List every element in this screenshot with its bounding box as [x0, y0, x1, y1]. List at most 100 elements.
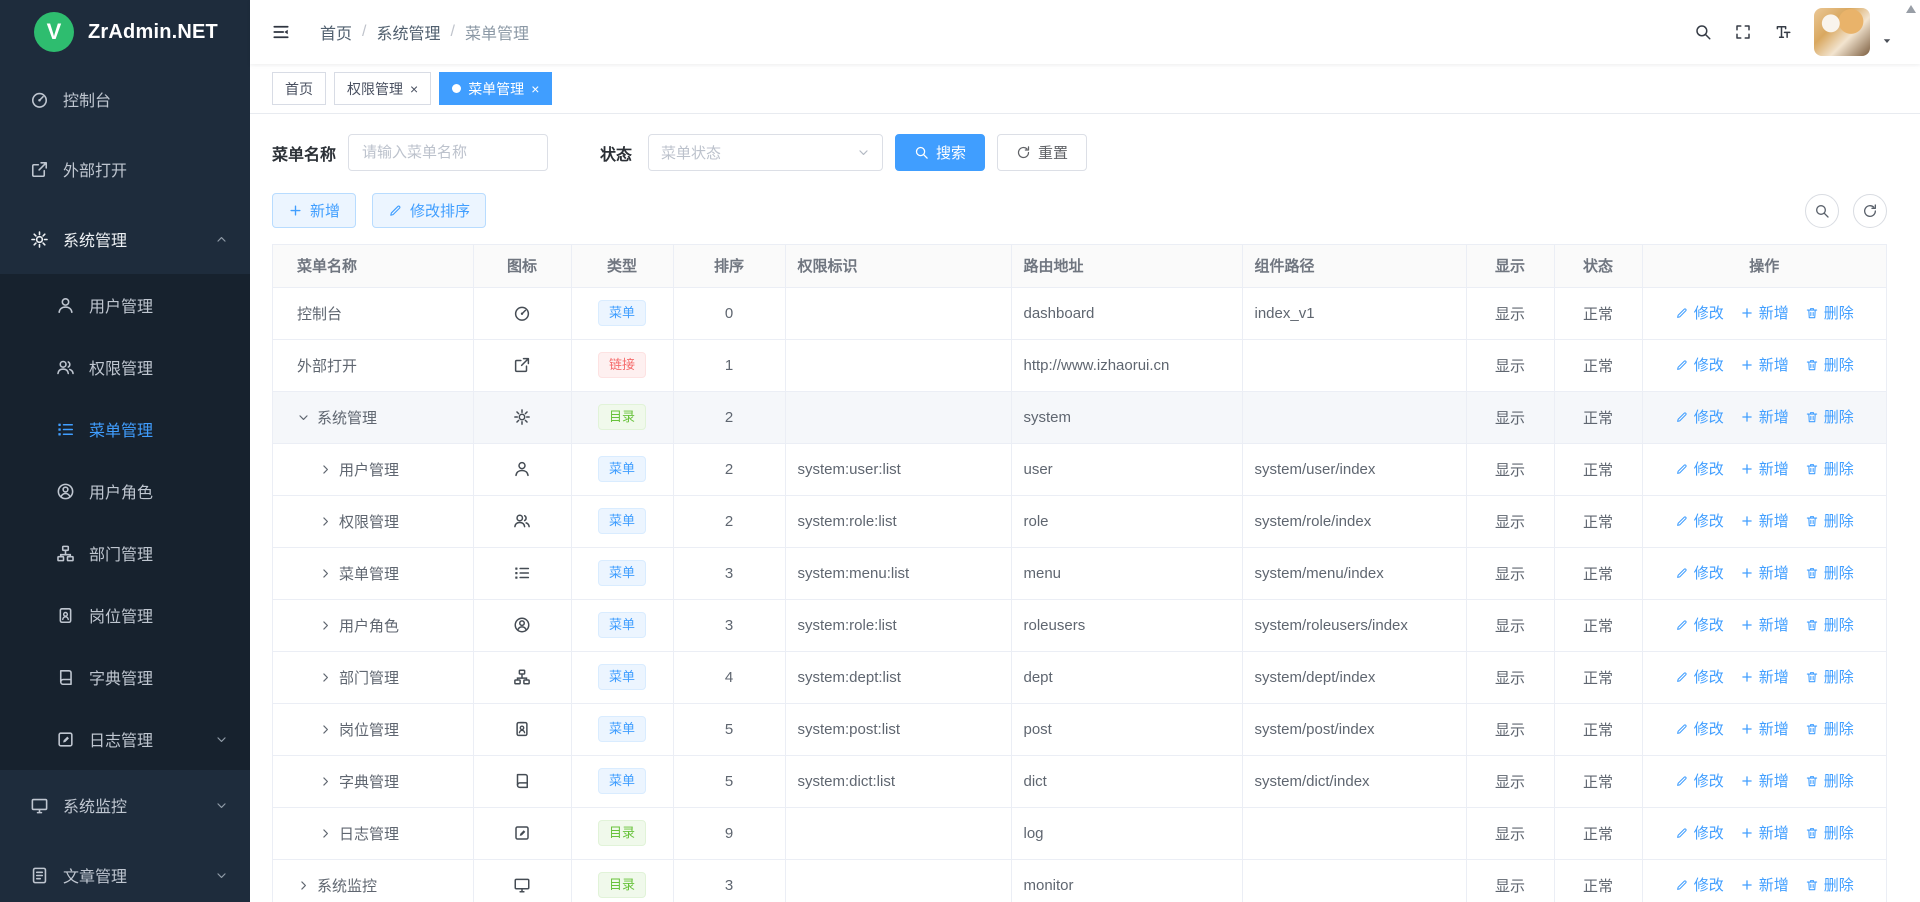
font-size-icon[interactable]	[1774, 23, 1792, 41]
fullscreen-icon[interactable]	[1734, 23, 1752, 41]
row-add-button[interactable]: 新增	[1740, 302, 1789, 323]
cell-type: 菜单	[571, 443, 673, 495]
edit-icon	[1675, 358, 1689, 372]
row-edit-button[interactable]: 修改	[1675, 510, 1724, 531]
cell-visible: 显示	[1466, 703, 1554, 755]
cell-component: system/menu/index	[1242, 547, 1466, 599]
sidebar-item-label: 日志管理	[89, 727, 153, 751]
row-delete-button[interactable]: 删除	[1805, 770, 1854, 791]
row-expand-icon[interactable]	[319, 775, 332, 788]
row-add-button[interactable]: 新增	[1740, 406, 1789, 427]
row-edit-button[interactable]: 修改	[1675, 354, 1724, 375]
row-expand-icon[interactable]	[319, 463, 332, 476]
row-add-button[interactable]: 新增	[1740, 822, 1789, 843]
row-expand-icon[interactable]	[319, 515, 332, 528]
sidebar-collapse-icon[interactable]	[272, 23, 290, 41]
sidebar-subitem-role[interactable]: 权限管理	[0, 336, 250, 398]
row-add-button[interactable]: 新增	[1740, 874, 1789, 895]
tag-view-tab-1[interactable]: 权限管理×	[334, 72, 431, 105]
reset-button[interactable]: 重置	[997, 134, 1087, 171]
row-edit-button[interactable]: 修改	[1675, 718, 1724, 739]
row-add-button[interactable]: 新增	[1740, 354, 1789, 375]
sidebar-item-system[interactable]: 系统管理	[0, 204, 250, 274]
type-tag: 菜单	[598, 300, 646, 326]
row-edit-button[interactable]: 修改	[1675, 458, 1724, 479]
sidebar-subitem-log[interactable]: 日志管理	[0, 708, 250, 770]
row-edit-button[interactable]: 修改	[1675, 614, 1724, 635]
breadcrumb-item-1[interactable]: 系统管理	[376, 20, 440, 44]
status-select[interactable]: 菜单状态	[648, 134, 883, 171]
row-delete-button[interactable]: 删除	[1805, 666, 1854, 687]
app-logo[interactable]: V ZrAdmin.NET	[0, 0, 250, 64]
sidebar-subitem-dict[interactable]: 字典管理	[0, 646, 250, 708]
sidebar-subitem-user[interactable]: 用户管理	[0, 274, 250, 336]
gear-icon	[30, 230, 49, 249]
row-delete-button[interactable]: 删除	[1805, 718, 1854, 739]
sidebar-subitem-menu[interactable]: 菜单管理	[0, 398, 250, 460]
sidebar-subitem-dept[interactable]: 部门管理	[0, 522, 250, 584]
row-delete-button[interactable]: 删除	[1805, 510, 1854, 531]
cell-icon	[473, 703, 571, 755]
row-add-button[interactable]: 新增	[1740, 614, 1789, 635]
caret-down-icon[interactable]	[1880, 34, 1894, 48]
show-search-toggle-button[interactable]	[1805, 194, 1839, 228]
cell-perms: system:user:list	[785, 443, 1011, 495]
row-delete-button[interactable]: 删除	[1805, 354, 1854, 375]
tag-view-tab-2[interactable]: 菜单管理×	[439, 72, 552, 105]
sidebar: V ZrAdmin.NET 控制台外部打开系统管理用户管理权限管理菜单管理用户角…	[0, 0, 250, 902]
row-edit-button[interactable]: 修改	[1675, 562, 1724, 583]
sidebar-item-monitor[interactable]: 系统监控	[0, 770, 250, 840]
row-expand-icon[interactable]	[297, 411, 310, 424]
row-add-button[interactable]: 新增	[1740, 666, 1789, 687]
row-delete-button[interactable]: 删除	[1805, 562, 1854, 583]
row-add-button[interactable]: 新增	[1740, 458, 1789, 479]
row-edit-button[interactable]: 修改	[1675, 822, 1724, 843]
sidebar-menu: 控制台外部打开系统管理用户管理权限管理菜单管理用户角色部门管理岗位管理字典管理日…	[0, 64, 250, 902]
cell-status: 正常	[1554, 703, 1642, 755]
row-delete-button[interactable]: 删除	[1805, 302, 1854, 323]
scrollbar-up-arrow[interactable]	[1906, 5, 1916, 13]
row-delete-button[interactable]: 删除	[1805, 406, 1854, 427]
edit-sort-button[interactable]: 修改排序	[372, 193, 486, 228]
row-delete-button[interactable]: 删除	[1805, 614, 1854, 635]
row-expand-icon[interactable]	[319, 567, 332, 580]
row-edit-button[interactable]: 修改	[1675, 770, 1724, 791]
sidebar-subitem-post[interactable]: 岗位管理	[0, 584, 250, 646]
cell-visible: 显示	[1466, 755, 1554, 807]
breadcrumb-item-0[interactable]: 首页	[320, 20, 352, 44]
row-expand-icon[interactable]	[319, 619, 332, 632]
row-expand-icon[interactable]	[297, 879, 310, 892]
tab-close-icon[interactable]: ×	[410, 82, 418, 96]
cell-path: log	[1011, 807, 1242, 859]
row-delete-button[interactable]: 删除	[1805, 822, 1854, 843]
row-edit-button[interactable]: 修改	[1675, 302, 1724, 323]
row-expand-icon[interactable]	[319, 723, 332, 736]
row-add-button[interactable]: 新增	[1740, 718, 1789, 739]
search-button[interactable]: 搜索	[895, 134, 985, 171]
menu-name-input[interactable]	[348, 134, 548, 171]
plus-icon	[1740, 878, 1754, 892]
refresh-table-button[interactable]	[1853, 194, 1887, 228]
row-expand-icon[interactable]	[319, 671, 332, 684]
row-delete-button[interactable]: 删除	[1805, 874, 1854, 895]
row-edit-button[interactable]: 修改	[1675, 666, 1724, 687]
column-header-7: 显示	[1466, 245, 1554, 287]
sidebar-item-dashboard[interactable]: 控制台	[0, 64, 250, 134]
cell-perms	[785, 287, 1011, 339]
tag-view-tab-0[interactable]: 首页	[272, 72, 326, 105]
row-edit-button[interactable]: 修改	[1675, 406, 1724, 427]
row-expand-icon[interactable]	[319, 827, 332, 840]
menu-list-icon	[513, 564, 531, 582]
row-delete-button[interactable]: 删除	[1805, 458, 1854, 479]
sidebar-item-external-link[interactable]: 外部打开	[0, 134, 250, 204]
tab-close-icon[interactable]: ×	[531, 82, 539, 96]
search-icon[interactable]	[1694, 23, 1712, 41]
row-edit-button[interactable]: 修改	[1675, 874, 1724, 895]
user-avatar[interactable]	[1814, 8, 1870, 56]
add-button[interactable]: 新增	[272, 193, 356, 228]
sidebar-item-article[interactable]: 文章管理	[0, 840, 250, 902]
row-add-button[interactable]: 新增	[1740, 562, 1789, 583]
row-add-button[interactable]: 新增	[1740, 770, 1789, 791]
row-add-button[interactable]: 新增	[1740, 510, 1789, 531]
sidebar-subitem-role-users[interactable]: 用户角色	[0, 460, 250, 522]
